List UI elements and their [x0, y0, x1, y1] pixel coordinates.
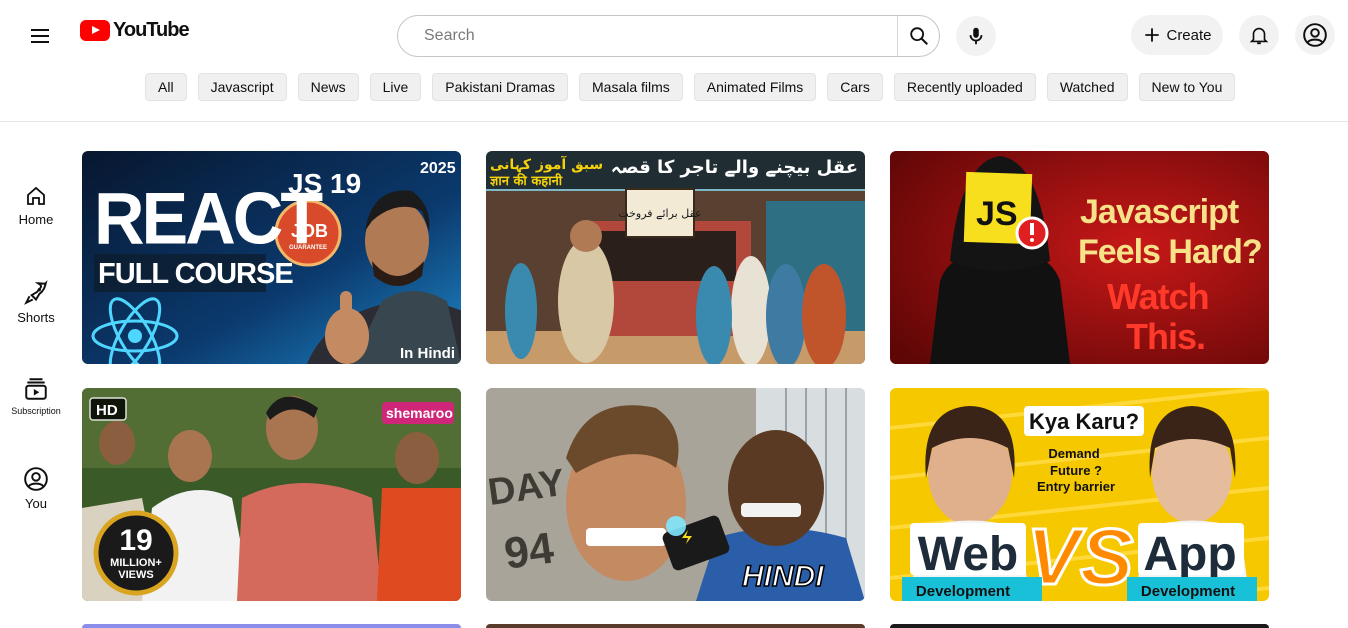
thumb-text-future: Future ?: [1050, 463, 1102, 478]
search-button[interactable]: [897, 16, 939, 56]
account-icon: [1303, 23, 1327, 47]
thumb-text-views: VIEWS: [118, 569, 153, 581]
sidebar-label-home: Home: [18, 212, 54, 227]
notifications-button[interactable]: [1239, 15, 1279, 55]
chip-cars[interactable]: Cars: [827, 73, 883, 101]
thumb-text-hindi-title: ज्ञान की कहानी: [489, 173, 563, 189]
thumb-text-year: 2025: [420, 160, 456, 177]
search-bar: [397, 15, 940, 57]
thumb-text-shemaroo: shemaroo: [386, 405, 453, 421]
search-input[interactable]: [398, 16, 898, 56]
chip-javascript[interactable]: Javascript: [197, 73, 287, 101]
thumb-text-million: MILLION+: [110, 557, 162, 569]
thumb-text-vs: VS: [1027, 512, 1134, 601]
video-thumbnail-partial[interactable]: [890, 624, 1269, 628]
thumb-text-js19: JS 19: [288, 168, 361, 199]
chip-new-to-you[interactable]: New to You: [1138, 73, 1236, 101]
thumb-text-kya-karu: Kya Karu?: [1029, 409, 1139, 434]
chip-live[interactable]: Live: [369, 73, 422, 101]
thumb-text-job: JOB: [291, 221, 328, 241]
thumb-text-web: Web: [918, 528, 1018, 581]
video-thumbnail-partial[interactable]: [82, 624, 461, 628]
thumb-text-app: App: [1143, 528, 1236, 581]
search-icon: [909, 27, 928, 45]
top-bar: YouTube Create: [0, 0, 1348, 62]
thumb-text-hindi: HINDI: [742, 560, 824, 593]
video-thumbnail-javascript-feels-hard[interactable]: JS Javascript Feels Hard? Watch This.: [890, 151, 1269, 364]
sidebar-item-subscriptions[interactable]: Subscription: [0, 376, 72, 416]
thumb-text-development-left: Development: [916, 583, 1010, 600]
chip-masala-films[interactable]: Masala films: [579, 73, 683, 101]
sidebar-item-home[interactable]: Home: [0, 184, 72, 227]
thumb-text-js-logo: JS: [976, 195, 1018, 233]
chip-animated-films[interactable]: Animated Films: [693, 73, 817, 101]
voice-search-button[interactable]: [956, 16, 996, 56]
hamburger-icon: [31, 29, 49, 43]
thumb-text-hd: HD: [96, 402, 118, 419]
video-thumbnail-web-vs-app[interactable]: Kya Karu? Demand Future ? Entry barrier …: [890, 388, 1269, 601]
chip-watched[interactable]: Watched: [1046, 73, 1128, 101]
header-divider: [0, 121, 1348, 122]
microphone-icon: [969, 27, 983, 45]
chip-recently-uploaded[interactable]: Recently uploaded: [893, 73, 1036, 101]
shorts-icon: [24, 280, 48, 305]
menu-button[interactable]: [22, 18, 58, 54]
you-icon: [24, 467, 48, 491]
create-label: Create: [1166, 26, 1212, 44]
thumb-text-demand: Demand: [1048, 446, 1099, 461]
thumb-text-guarantee: GUARANTEE: [289, 245, 327, 251]
sidebar-item-shorts[interactable]: Shorts: [0, 280, 72, 325]
video-thumbnail-partial[interactable]: [486, 624, 865, 628]
thumb-text-urdu-title: عقل بیچنے والے تاجر کا قصہ: [611, 157, 858, 178]
plus-icon: [1145, 28, 1160, 42]
thumb-text-94: 94: [501, 523, 557, 578]
thumb-text-19: 19: [119, 524, 152, 557]
thumb-text-this: This.: [1126, 316, 1205, 357]
bell-icon: [1249, 27, 1269, 45]
chip-pakistani-dramas[interactable]: Pakistani Dramas: [432, 73, 568, 101]
thumb-text-javascript: Javascript: [1080, 193, 1239, 231]
video-thumbnail-urdu-story[interactable]: عقل بیچنے والے تاجر کا قصہ سبق آموز کہان…: [486, 151, 865, 364]
thumb-text-full-course: FULL COURSE: [98, 258, 293, 290]
thumb-text-feels-hard: Feels Hard?: [1078, 233, 1262, 271]
thumb-text-in-hindi: In Hindi: [400, 345, 455, 362]
sidebar-label-you: You: [25, 496, 47, 511]
thumb-text-entry-barrier: Entry barrier: [1037, 479, 1115, 494]
subscriptions-icon: [25, 378, 47, 400]
video-thumbnail-movie-clip[interactable]: HD shemaroo 19 MILLION+ VIEWS: [82, 388, 461, 601]
chip-all[interactable]: All: [145, 73, 187, 101]
thumb-text-urdu-subtitle: سبق آموز کہانی: [490, 155, 603, 173]
video-thumbnail-react-course[interactable]: REACT JS 19 2025 JOB GUARANTEE FULL COUR…: [82, 151, 461, 364]
filter-chips: All Javascript News Live Pakistani Drama…: [145, 73, 1236, 101]
sidebar-label-subscriptions: Subscription: [11, 406, 61, 416]
youtube-play-icon: [80, 19, 110, 41]
video-thumbnail-day-94[interactable]: DAY 94 HINDI: [486, 388, 865, 601]
thumb-text-sign: عقل برائے فروخت: [618, 207, 701, 220]
sidebar-label-shorts: Shorts: [17, 310, 55, 325]
thumb-text-development-right: Development: [1141, 583, 1235, 600]
chip-news[interactable]: News: [297, 73, 359, 101]
logo-text: YouTube: [113, 18, 190, 41]
sidebar-item-you[interactable]: You: [0, 466, 72, 511]
youtube-logo[interactable]: YouTube: [80, 18, 190, 42]
thumb-text-watch: Watch: [1107, 276, 1209, 317]
create-button[interactable]: Create: [1131, 15, 1223, 55]
account-button[interactable]: [1295, 15, 1335, 55]
home-icon: [27, 186, 45, 205]
